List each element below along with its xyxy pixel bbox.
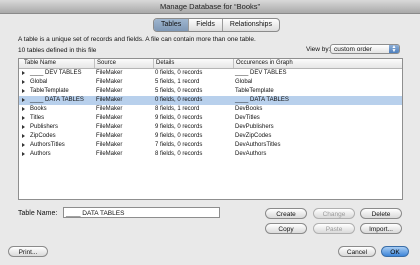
cell-occurrences: ____ DEV TABLES: [235, 70, 287, 76]
tables-list[interactable]: Table Name Source Details Occurences in …: [18, 58, 403, 200]
cell-occurrences: DevAuthorsTitles: [235, 142, 281, 148]
view-by-label: View by:: [306, 46, 331, 53]
cell-occurrences: Global: [235, 79, 253, 85]
cell-source: FileMaker: [96, 97, 123, 103]
table-count: 10 tables defined in this file: [18, 47, 97, 54]
disclosure-triangle-icon[interactable]: [22, 143, 25, 147]
tab-relationships[interactable]: Relationships: [223, 19, 279, 31]
table-header: Table Name Source Details Occurences in …: [19, 59, 402, 69]
cell-source: FileMaker: [96, 106, 123, 112]
cell-table-name: TableTemplate: [30, 88, 69, 94]
paste-button[interactable]: Paste: [313, 223, 355, 234]
cell-details: 9 fields, 0 records: [155, 115, 203, 121]
cell-details: 9 fields, 0 records: [155, 124, 203, 130]
ok-button[interactable]: OK: [381, 246, 409, 257]
cell-table-name: ____ DEV TABLES: [30, 70, 82, 76]
table-row[interactable]: ZipCodes FileMaker 9 fields, 0 records DevZ…: [19, 132, 402, 141]
disclosure-triangle-icon[interactable]: [22, 116, 25, 120]
cell-occurrences: DevPublishers: [235, 124, 274, 130]
disclosure-triangle-icon[interactable]: [22, 89, 25, 93]
column-header-details[interactable]: Details: [153, 59, 174, 68]
cell-occurrences: DevZipCodes: [235, 133, 272, 139]
disclosure-triangle-icon[interactable]: [22, 134, 25, 138]
tab-bar: Tables Fields Relationships: [153, 18, 280, 32]
cell-source: FileMaker: [96, 88, 123, 94]
view-by-select[interactable]: custom order ▲ ▼: [330, 44, 400, 54]
disclosure-triangle-icon[interactable]: [22, 125, 25, 129]
table-row[interactable]: Publishers FileMaker 9 fields, 0 records De…: [19, 123, 402, 132]
cell-details: 7 fields, 0 records: [155, 142, 203, 148]
cell-details: 0 fields, 0 records: [155, 97, 203, 103]
table-row[interactable]: Authors FileMaker 8 fields, 0 records DevAu…: [19, 150, 402, 159]
copy-button[interactable]: Copy: [265, 223, 307, 234]
cell-details: 9 fields, 0 records: [155, 133, 203, 139]
column-header-source[interactable]: Source: [94, 59, 116, 68]
disclosure-triangle-icon[interactable]: [22, 80, 25, 84]
column-header-table-name[interactable]: Table Name: [22, 59, 56, 68]
table-name-label: Table Name:: [18, 210, 58, 217]
select-arrows-icon: ▲ ▼: [389, 45, 399, 54]
window-title: Manage Database for “Books”: [0, 0, 420, 14]
cancel-button[interactable]: Cancel: [338, 246, 376, 257]
cell-source: FileMaker: [96, 70, 123, 76]
cell-details: 5 fields, 1 record: [155, 79, 200, 85]
view-by-value: custom order: [334, 46, 372, 53]
tab-tables[interactable]: Tables: [154, 19, 190, 31]
cell-details: 8 fields, 0 records: [155, 151, 203, 157]
cell-source: FileMaker: [96, 79, 123, 85]
cell-details: 8 fields, 1 record: [155, 106, 200, 112]
cell-table-name: Publishers: [30, 124, 59, 130]
cell-table-name: Books: [30, 106, 47, 112]
cell-details: 0 fields, 0 records: [155, 70, 203, 76]
cell-table-name: Global: [30, 79, 48, 85]
cell-occurrences: ____ DATA TABLES: [235, 97, 289, 103]
create-button[interactable]: Create: [265, 208, 307, 219]
change-button[interactable]: Change: [313, 208, 355, 219]
cell-source: FileMaker: [96, 151, 123, 157]
cell-details: 5 fields, 0 records: [155, 88, 203, 94]
table-row[interactable]: AuthorsTitles FileMaker 7 fields, 0 record…: [19, 141, 402, 150]
manage-database-dialog: Manage Database for “Books” Tables Field…: [0, 0, 420, 265]
delete-button[interactable]: Delete: [360, 208, 402, 219]
cell-source: FileMaker: [96, 124, 123, 130]
table-row[interactable]: ____ DATA TABLES FileMaker 0 fields, 0 rec…: [19, 96, 402, 105]
table-row[interactable]: ____ DEV TABLES FileMaker 0 fields, 0 reco…: [19, 69, 402, 78]
cell-occurrences: TableTemplate: [235, 88, 274, 94]
cell-table-name: AuthorsTitles: [30, 142, 65, 148]
cell-table-name: ZipCodes: [30, 133, 56, 139]
description-text: A table is a unique set of records and f…: [18, 36, 256, 43]
cell-occurrences: DevBooks: [235, 106, 263, 112]
print-button[interactable]: Print...: [8, 246, 48, 257]
cell-table-name: ____ DATA TABLES: [30, 97, 84, 103]
disclosure-triangle-icon[interactable]: [22, 152, 25, 156]
disclosure-triangle-icon[interactable]: [22, 71, 25, 75]
table-row[interactable]: TableTemplate FileMaker 5 fields, 0 record…: [19, 87, 402, 96]
table-row[interactable]: Global FileMaker 5 fields, 1 record Global: [19, 78, 402, 87]
column-header-occurrences[interactable]: Occurences in Graph: [233, 59, 293, 68]
cell-source: FileMaker: [96, 142, 123, 148]
cell-occurrences: DevTitles: [235, 115, 260, 121]
table-row[interactable]: Books FileMaker 8 fields, 1 record DevBooks: [19, 105, 402, 114]
cell-source: FileMaker: [96, 115, 123, 121]
tab-fields[interactable]: Fields: [189, 19, 223, 31]
cell-table-name: Authors: [30, 151, 51, 157]
table-name-input[interactable]: ____ DATA TABLES: [63, 207, 220, 218]
cell-source: FileMaker: [96, 133, 123, 139]
cell-table-name: Titles: [30, 115, 45, 121]
disclosure-triangle-icon[interactable]: [22, 107, 25, 111]
cell-occurrences: DevAuthors: [235, 151, 267, 157]
table-row[interactable]: Titles FileMaker 9 fields, 0 records DevTit…: [19, 114, 402, 123]
table-rows: ____ DEV TABLES FileMaker 0 fields, 0 reco…: [19, 69, 402, 159]
import-button[interactable]: Import...: [360, 223, 402, 234]
disclosure-triangle-icon[interactable]: [22, 98, 25, 102]
